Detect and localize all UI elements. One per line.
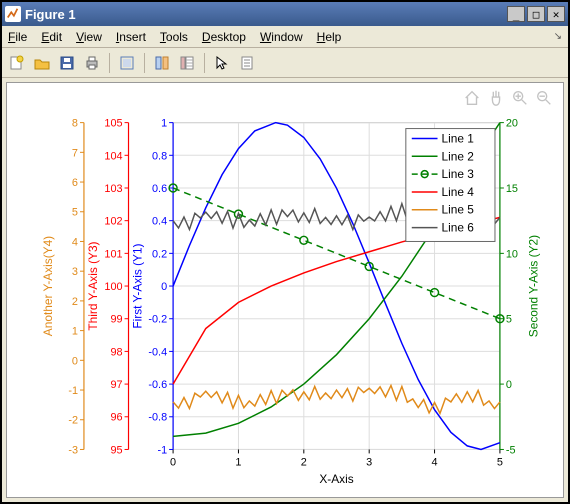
zoom-in-icon[interactable] [511, 89, 529, 107]
menu-edit[interactable]: Edit [41, 30, 62, 44]
svg-text:-0.4: -0.4 [148, 346, 167, 358]
svg-text:0: 0 [161, 281, 167, 293]
svg-text:4: 4 [432, 456, 438, 468]
new-figure-button[interactable] [6, 52, 28, 74]
svg-text:2: 2 [72, 296, 78, 308]
svg-text:10: 10 [506, 248, 518, 260]
svg-text:Line 1: Line 1 [441, 131, 474, 145]
svg-text:1: 1 [161, 118, 167, 130]
svg-text:4: 4 [72, 236, 78, 248]
svg-text:99: 99 [110, 314, 122, 326]
svg-text:0.2: 0.2 [152, 248, 167, 260]
axes[interactable]: 0 1 2 3 4 5 X-Axis -1 -0.8 -0.6 -0.4 -0.2 0 0.2 0.4 0.6… [7, 83, 563, 497]
figure-canvas[interactable]: 0 1 2 3 4 5 X-Axis -1 -0.8 -0.6 -0.4 -0.2 0 0.2 0.4 0.6… [6, 82, 564, 498]
svg-text:2: 2 [301, 456, 307, 468]
svg-text:0.6: 0.6 [152, 183, 167, 195]
inspect-button[interactable] [116, 52, 138, 74]
menu-insert[interactable]: Insert [116, 30, 146, 44]
svg-text:8: 8 [72, 118, 78, 130]
svg-text:6: 6 [72, 177, 78, 189]
svg-text:0: 0 [170, 456, 176, 468]
svg-text:0.4: 0.4 [152, 216, 167, 228]
svg-text:5: 5 [506, 314, 512, 326]
titlebar[interactable]: Figure 1 _ □ ✕ [2, 2, 568, 26]
svg-text:Third Y-Axis (Y3): Third Y-Axis (Y3) [86, 241, 100, 330]
close-button[interactable]: ✕ [547, 6, 565, 22]
menu-help[interactable]: Help [317, 30, 342, 44]
link-button[interactable] [151, 52, 173, 74]
menubar: File Edit View Insert Tools Desktop Wind… [2, 26, 568, 48]
matlab-icon [5, 6, 21, 22]
menu-file[interactable]: File [8, 30, 27, 44]
svg-text:-1: -1 [157, 444, 167, 456]
svg-text:96: 96 [110, 412, 122, 424]
svg-text:5: 5 [497, 456, 503, 468]
window-title: Figure 1 [25, 7, 507, 22]
svg-text:Line 3: Line 3 [441, 167, 474, 181]
zoom-out-icon[interactable] [535, 89, 553, 107]
svg-text:101: 101 [104, 248, 122, 260]
svg-text:97: 97 [110, 379, 122, 391]
svg-text:3: 3 [366, 456, 372, 468]
svg-text:Line 4: Line 4 [441, 185, 474, 199]
menu-window[interactable]: Window [260, 30, 303, 44]
svg-text:7: 7 [72, 147, 78, 159]
svg-text:Second Y-Axis (Y2): Second Y-Axis (Y2) [527, 235, 541, 337]
svg-text:-0.6: -0.6 [148, 379, 167, 391]
svg-text:-0.2: -0.2 [148, 314, 167, 326]
svg-text:102: 102 [104, 216, 122, 228]
save-button[interactable] [56, 52, 78, 74]
menu-tools[interactable]: Tools [160, 30, 188, 44]
colorbar-button[interactable] [176, 52, 198, 74]
svg-text:98: 98 [110, 346, 122, 358]
svg-text:-0.8: -0.8 [148, 412, 167, 424]
svg-text:3: 3 [72, 266, 78, 278]
svg-text:0: 0 [72, 355, 78, 367]
menu-view[interactable]: View [76, 30, 102, 44]
svg-text:5: 5 [72, 207, 78, 219]
svg-text:-2: -2 [68, 415, 78, 427]
svg-text:100: 100 [104, 281, 122, 293]
svg-text:105: 105 [104, 118, 122, 130]
annotation-button[interactable] [236, 52, 258, 74]
svg-text:104: 104 [104, 150, 122, 162]
open-button[interactable] [31, 52, 53, 74]
svg-text:-1: -1 [68, 385, 78, 397]
figure-window: Figure 1 _ □ ✕ File Edit View Insert Too… [0, 0, 570, 504]
svg-text:0.8: 0.8 [152, 150, 167, 162]
svg-text:Line 6: Line 6 [441, 221, 474, 235]
svg-text:103: 103 [104, 183, 122, 195]
svg-text:X-Axis: X-Axis [319, 472, 353, 486]
toolbar [2, 48, 568, 78]
svg-text:0: 0 [506, 379, 512, 391]
pointer-button[interactable] [211, 52, 233, 74]
svg-text:20: 20 [506, 118, 518, 130]
maximize-button[interactable]: □ [527, 6, 545, 22]
menu-desktop[interactable]: Desktop [202, 30, 246, 44]
svg-text:First Y-Axis (Y1): First Y-Axis (Y1) [130, 243, 144, 328]
pan-icon[interactable] [487, 89, 505, 107]
svg-text:Another Y-Axis(Y4): Another Y-Axis(Y4) [41, 236, 55, 336]
menu-overflow-icon[interactable]: ↘ [554, 31, 562, 42]
svg-text:1: 1 [72, 326, 78, 338]
svg-text:-3: -3 [68, 444, 78, 456]
svg-text:Line 5: Line 5 [441, 203, 474, 217]
minimize-button[interactable]: _ [507, 6, 525, 22]
svg-text:-5: -5 [506, 444, 516, 456]
svg-text:Line 2: Line 2 [441, 149, 473, 163]
svg-text:1: 1 [235, 456, 241, 468]
print-button[interactable] [81, 52, 103, 74]
svg-text:15: 15 [506, 183, 518, 195]
home-icon[interactable] [463, 89, 481, 107]
svg-text:95: 95 [110, 444, 122, 456]
